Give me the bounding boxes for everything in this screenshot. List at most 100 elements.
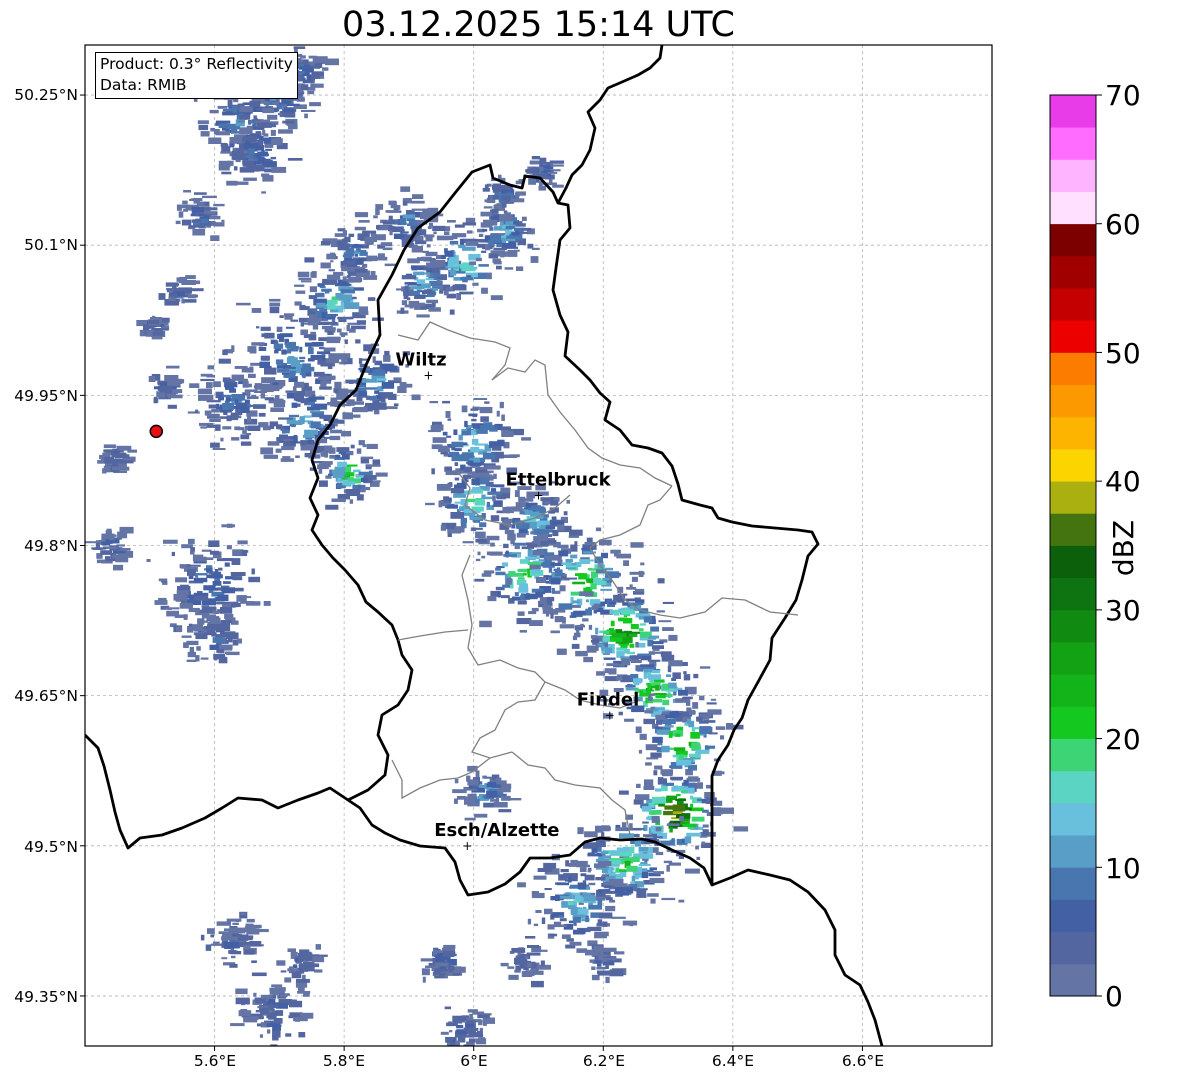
radar-cell <box>493 247 507 251</box>
radar-cell <box>632 856 640 862</box>
radar-cell <box>429 401 439 404</box>
radar-cell <box>634 588 645 593</box>
radar-cell <box>478 784 487 788</box>
radar-cell <box>548 567 553 573</box>
radar-map[interactable]: +Wiltz+Ettelbruck+Findel+Esch/Alzette <box>0 0 1184 1081</box>
radar-cell <box>583 551 596 554</box>
colorbar-segment <box>1050 223 1096 257</box>
radar-cell <box>550 630 560 634</box>
radar-cell <box>251 165 265 172</box>
radar-cell <box>537 591 546 595</box>
radar-cell <box>212 581 222 586</box>
radar-cell <box>267 441 280 446</box>
radar-site-marker[interactable] <box>149 424 164 439</box>
radar-cell <box>484 184 489 189</box>
radar-cell <box>334 381 342 389</box>
radar-cell <box>481 573 492 577</box>
radar-cell <box>407 218 415 222</box>
radar-cell <box>638 570 644 577</box>
radar-cell <box>353 401 364 405</box>
radar-cell <box>577 827 584 835</box>
radar-cell <box>281 445 295 451</box>
radar-cell <box>281 349 287 355</box>
radar-cell <box>450 269 457 276</box>
radar-cell <box>451 455 463 462</box>
radar-cell <box>519 630 527 633</box>
radar-cell <box>321 354 326 361</box>
radar-cell <box>392 226 404 233</box>
radar-cell <box>529 564 541 570</box>
radar-cell <box>713 807 723 815</box>
radar-cell <box>210 235 220 241</box>
radar-cell <box>554 569 563 577</box>
radar-cell <box>482 775 487 779</box>
radar-cell <box>666 823 680 826</box>
radar-cell <box>298 90 304 93</box>
radar-cell <box>621 610 625 616</box>
radar-cell <box>683 674 691 681</box>
radar-cell <box>586 645 599 651</box>
radar-cell <box>221 524 235 528</box>
radar-cell <box>200 426 207 429</box>
radar-cell <box>461 430 471 436</box>
radar-cell <box>449 240 459 245</box>
radar-cell <box>343 260 356 266</box>
belgium-france-border <box>85 734 349 850</box>
radar-cell <box>504 554 517 557</box>
radar-cell <box>210 442 220 448</box>
radar-cell <box>269 123 277 128</box>
radar-cell <box>172 293 178 298</box>
radar-cell <box>514 490 520 497</box>
radar-cell <box>662 699 670 706</box>
radar-cell <box>316 302 326 308</box>
radar-cell <box>505 212 511 218</box>
place-marker-icon: + <box>423 368 433 382</box>
radar-cell <box>289 370 296 376</box>
radar-cell <box>658 803 665 807</box>
radar-cell <box>325 358 339 364</box>
radar-cell <box>443 944 456 949</box>
radar-cell <box>342 481 356 485</box>
radar-cell <box>591 966 596 970</box>
radar-cell <box>475 558 481 562</box>
radar-cell <box>522 216 527 221</box>
radar-cell <box>181 298 185 304</box>
radar-cell <box>258 156 265 162</box>
radar-cell <box>490 542 495 547</box>
radar-cell <box>557 524 565 531</box>
radar-cell <box>653 693 667 696</box>
radar-cell <box>264 367 277 375</box>
radar-cell <box>342 412 348 419</box>
radar-cell <box>597 919 603 926</box>
radar-cell <box>568 905 576 910</box>
radar-cell <box>467 779 479 786</box>
radar-cell <box>216 649 223 653</box>
radar-cell <box>642 821 649 824</box>
radar-cell <box>609 969 624 977</box>
radar-cell <box>493 473 497 479</box>
radar-cell <box>501 595 510 599</box>
radar-cell <box>295 399 300 402</box>
radar-cell <box>598 539 612 546</box>
radar-cell <box>673 691 677 696</box>
radar-cell <box>302 363 311 371</box>
radar-cell <box>641 871 649 879</box>
radar-cell <box>239 114 251 120</box>
radar-cell <box>100 550 113 555</box>
radar-cell <box>278 112 283 116</box>
radar-cell <box>222 656 227 661</box>
radar-cell <box>631 875 636 882</box>
radar-cell <box>608 601 617 605</box>
radar-cell <box>325 475 332 479</box>
radar-cell <box>103 449 114 453</box>
radar-cell <box>588 904 602 910</box>
radar-cell <box>240 912 246 916</box>
radar-cell <box>516 532 526 538</box>
radar-cell <box>207 414 220 418</box>
radar-cell <box>310 421 321 429</box>
radar-cell <box>188 623 193 627</box>
radar-cell <box>207 928 215 934</box>
radar-cell <box>216 558 225 562</box>
radar-cell <box>188 538 195 545</box>
radar-cell <box>478 264 489 267</box>
